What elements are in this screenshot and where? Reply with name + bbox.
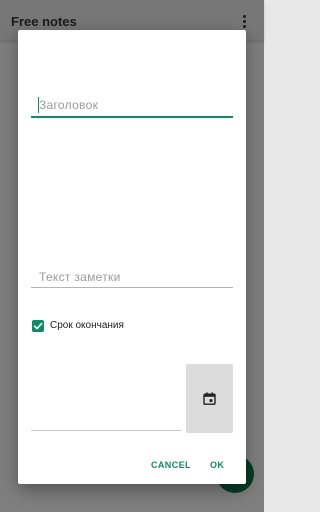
title-input[interactable]: Заголовок bbox=[31, 94, 233, 118]
title-placeholder: Заголовок bbox=[39, 98, 99, 112]
pick-date-button[interactable] bbox=[186, 364, 233, 433]
check-icon bbox=[33, 322, 43, 330]
calendar-icon bbox=[203, 392, 216, 405]
note-text-input[interactable]: Текст заметки bbox=[31, 267, 233, 288]
due-date-label: Срок окончания bbox=[50, 320, 124, 331]
note-placeholder: Текст заметки bbox=[39, 270, 121, 284]
ok-button[interactable]: OK bbox=[210, 460, 224, 470]
cancel-button[interactable]: CANCEL bbox=[151, 460, 191, 470]
due-date-input[interactable] bbox=[31, 410, 181, 431]
new-note-dialog: Заголовок Текст заметки Срок окончания C… bbox=[18, 30, 246, 484]
due-date-checkbox-row[interactable]: Срок окончания bbox=[32, 318, 212, 334]
due-date-checkbox[interactable] bbox=[32, 320, 44, 332]
